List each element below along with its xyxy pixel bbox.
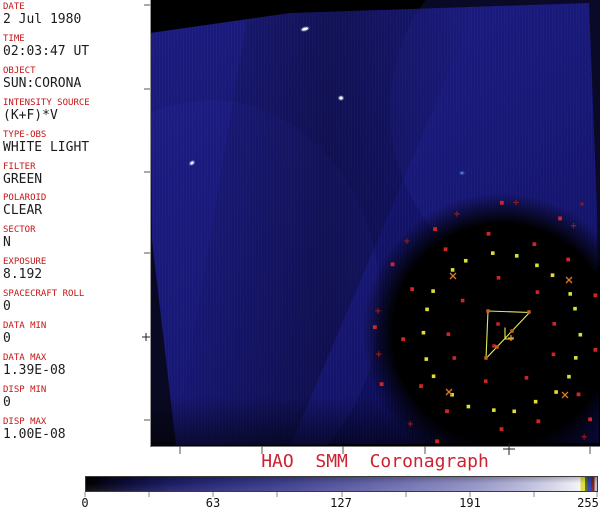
- field-label: TYPE-OBS: [3, 129, 47, 140]
- field-value: 1.00E-08: [3, 426, 66, 442]
- field-value: (K+F)*V: [3, 107, 58, 123]
- field-label: DISP MIN: [3, 384, 47, 395]
- metadata-field: DISP MIN 0: [3, 385, 46, 409]
- field-label: DATA MIN: [3, 321, 47, 331]
- metadata-field: DATA MAX 1.39E-08: [3, 353, 66, 377]
- metadata-field: DATE 2 Jul 1980: [3, 2, 81, 26]
- field-label: FILTER: [3, 161, 36, 172]
- field-label: OBJECT: [3, 65, 36, 76]
- field-label: DATA MAX: [3, 352, 47, 363]
- colorbar-tick-label: 63: [205, 496, 221, 510]
- metadata-sidebar: DATE 2 Jul 1980 TIME 02:03:47 UT OBJECT SUN:C…: [0, 0, 150, 446]
- field-value: GREEN: [3, 171, 43, 187]
- metadata-field: DATA MIN 0: [3, 321, 46, 345]
- field-value: 8.192: [3, 267, 43, 283]
- field-value: SUN:CORONA: [3, 75, 82, 91]
- metadata-field: TYPE-OBS WHITE LIGHT: [3, 130, 89, 154]
- field-label: DISP MAX: [3, 416, 47, 427]
- field-value: 1.39E-08: [3, 362, 66, 378]
- field-value: 0: [3, 331, 11, 346]
- field-value: 02:03:47 UT: [3, 43, 90, 59]
- metadata-field: EXPOSURE 8.192: [3, 257, 46, 281]
- metadata-field: FILTER GREEN: [3, 162, 42, 186]
- field-label: SPACECRAFT ROLL: [3, 289, 85, 300]
- metadata-field: SECTOR N: [3, 225, 36, 249]
- image-title: HAO SMM Coronagraph: [261, 451, 489, 472]
- metadata-field: OBJECT SUN:CORONA: [3, 66, 81, 90]
- field-value: N: [3, 235, 11, 251]
- field-value: 0: [3, 299, 11, 315]
- metadata-field: SPACECRAFT ROLL 0: [3, 289, 84, 313]
- field-label: TIME: [3, 33, 25, 44]
- coronagraph-viewer: DATE 2 Jul 1980 TIME 02:03:47 UT OBJECT SUN:C…: [0, 0, 600, 512]
- intensity-colorbar: [85, 476, 598, 492]
- metadata-field: POLAROID CLEAR: [3, 193, 46, 217]
- field-label: EXPOSURE: [3, 257, 47, 268]
- field-value: 0: [3, 394, 11, 410]
- colorbar-tick-label: 255: [577, 496, 599, 510]
- field-value: 2 Jul 1980: [3, 12, 82, 27]
- metadata-field: TIME 02:03:47 UT: [3, 34, 89, 58]
- colorbar-tick-label: 191: [459, 496, 481, 510]
- field-label: DATE: [3, 2, 25, 12]
- colorbar-tick-label: 127: [330, 496, 352, 510]
- metadata-field: DISP MAX 1.00E-08: [3, 417, 66, 441]
- field-value: CLEAR: [3, 203, 43, 219]
- coronagraph-image: [150, 0, 600, 446]
- field-value: WHITE LIGHT: [3, 139, 90, 155]
- colorbar-tick-label: 0: [81, 496, 89, 510]
- field-label: SECTOR: [3, 225, 36, 236]
- metadata-field: INTENSITY SOURCE (K+F)*V: [3, 98, 90, 122]
- field-label: POLAROID: [3, 193, 47, 204]
- field-label: INTENSITY SOURCE: [3, 97, 90, 108]
